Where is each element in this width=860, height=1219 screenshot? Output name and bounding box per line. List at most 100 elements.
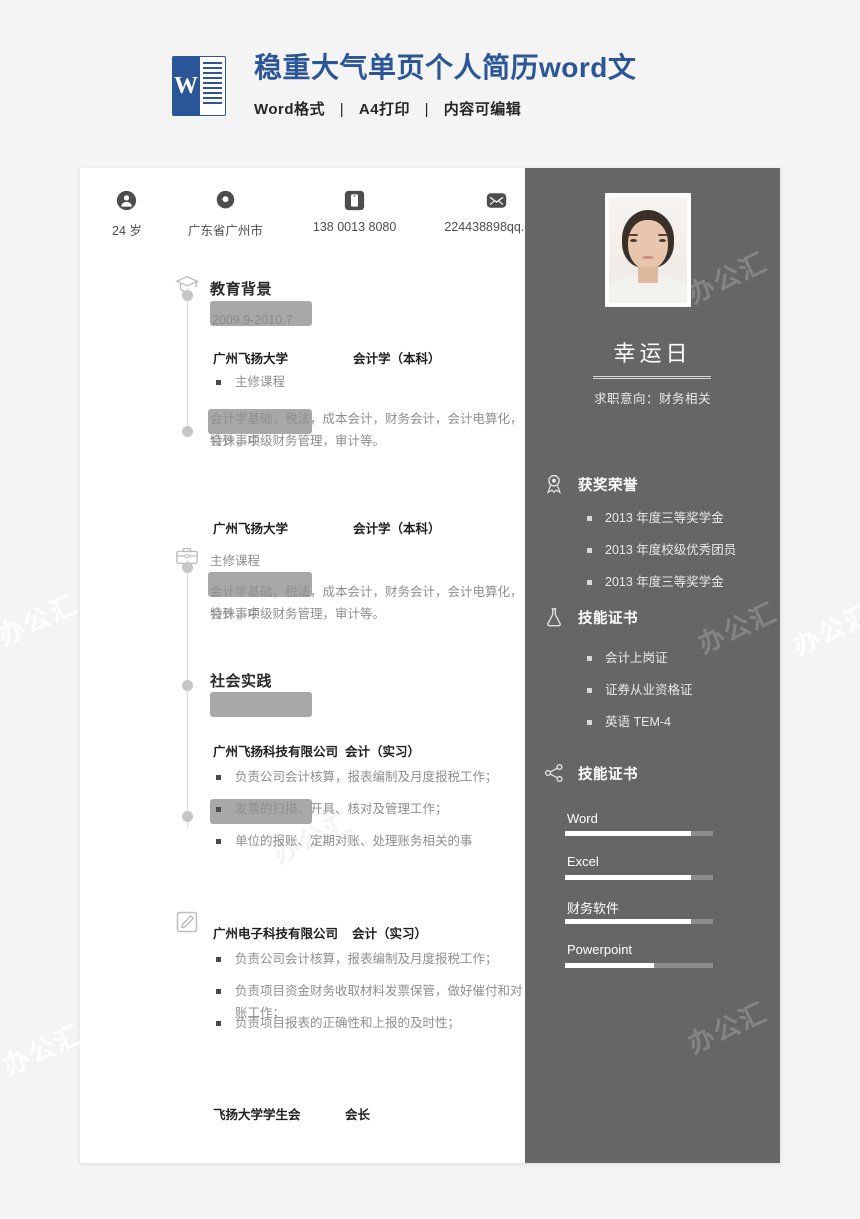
bullet-cert-3 — [587, 720, 592, 725]
person-icon — [116, 190, 137, 211]
subtitle-print: A4打印 — [358, 101, 410, 118]
bullet-award-2 — [587, 548, 592, 553]
skill-fill-finance-software — [565, 919, 691, 924]
page-title: 稳重大气单页个人简历word文 — [254, 52, 637, 83]
page-header: W 稳重大气单页个人简历word文 Word格式 | A4打印 | 内容可编辑 — [0, 0, 860, 140]
name-divider — [593, 376, 711, 379]
contact-row: 24 岁 广东省广州市 138 0013 8080 224438898qq.co… — [80, 168, 548, 239]
watermark: 办公汇 — [683, 996, 773, 1060]
practice-date-redaction — [210, 692, 312, 717]
subtitle-editable: 内容可编辑 — [443, 101, 522, 118]
timeline-line-1 — [186, 288, 188, 436]
section-title-education: 教育背景 — [210, 281, 273, 298]
sidebar-title-certificates: 技能证书 — [578, 611, 638, 627]
certificate-item-3: 英语 TEM-4 — [605, 715, 671, 729]
timeline-line-2 — [186, 560, 188, 828]
bullet-award-3 — [587, 580, 592, 585]
bullet-cert-1 — [587, 656, 592, 661]
contact-item-phone: 138 0013 8080 — [313, 190, 396, 239]
contact-item-age: 24 岁 — [112, 190, 142, 239]
practice-role-2: 会计（实习） — [352, 927, 428, 941]
flask-icon — [543, 606, 565, 628]
bullet-practice-2-3 — [216, 1021, 221, 1026]
candidate-name: 幸运日 — [613, 341, 692, 366]
timeline-dot-2 — [182, 426, 193, 437]
contact-item-city: 广东省广州市 — [188, 190, 263, 239]
practice-company-1: 广州飞扬科技有限公司 — [213, 745, 339, 759]
phone-icon — [344, 190, 365, 211]
education-school-1: 广州飞扬大学 — [213, 352, 289, 366]
practice-company-2: 广州电子科技有限公司 — [213, 927, 339, 941]
practice-company-3: 飞扬大学学生会 — [213, 1108, 301, 1122]
practice-duty-2-1: 负责公司会计核算，报表编制及月度报税工作； — [235, 952, 498, 966]
timeline-dot-5 — [182, 811, 193, 822]
certificate-item-2: 证券从业资格证 — [605, 683, 693, 697]
skill-label-powerpoint: Powerpoint — [567, 942, 633, 957]
bullet-cert-2 — [587, 688, 592, 693]
skill-fill-word — [565, 831, 691, 836]
practice-duty-2-3: 负责项目报表的正确性和上报的及时性； — [235, 1016, 461, 1030]
watermark: 办公汇 — [0, 1018, 88, 1082]
education-date-text: 2009.9-2010.7 — [212, 313, 293, 327]
resume-right-column: 幸运日 求职意向：财务相关 获奖荣誉 2013 年度三等奖学金 2013 年度校… — [525, 168, 780, 1163]
watermark: 办公汇 — [0, 588, 83, 652]
bullet-practice-1-2 — [216, 807, 221, 812]
bullet-practice-1-1 — [216, 775, 221, 780]
education-major-1: 会计学（本科） — [353, 352, 441, 366]
bullet-practice-1-3 — [216, 839, 221, 844]
timeline-dot-4 — [182, 680, 193, 691]
bullet-award-1 — [587, 516, 592, 521]
timeline-dot-3 — [182, 562, 193, 573]
header-text-group: 稳重大气单页个人简历word文 Word格式 | A4打印 | 内容可编辑 — [254, 50, 636, 119]
certificate-item-1: 会计上岗证 — [605, 651, 668, 665]
award-icon — [543, 473, 565, 495]
location-icon — [215, 190, 236, 211]
skill-track-excel — [565, 875, 713, 880]
skill-label-finance-software: 财务软件 — [567, 901, 620, 916]
education-major-2: 会计学（本科） — [353, 522, 441, 536]
practice-role-1: 会计（实习） — [345, 745, 421, 759]
resume-left-column: 24 岁 广东省广州市 138 0013 8080 224438898qq.co… — [80, 168, 548, 1163]
profile-photo — [605, 193, 691, 307]
education-school-2: 广州飞扬大学 — [213, 522, 289, 536]
subtitle-format: Word格式 — [254, 101, 326, 118]
skill-label-word: Word — [567, 811, 598, 826]
skill-fill-powerpoint — [565, 963, 654, 968]
contact-value-phone: 138 0013 8080 — [312, 220, 397, 234]
practice-duty-1-3: 单位的报账、定期对账、处理账务相关的事 — [235, 834, 473, 848]
subtitle-separator-2: | — [424, 101, 430, 118]
award-item-3: 2013 年度三等奖学金 — [605, 575, 724, 589]
practice-duty-1-1: 负责公司会计核算，报表编制及月度报税工作； — [235, 770, 498, 784]
skill-track-powerpoint — [565, 963, 713, 968]
word-logo-letter: W — [174, 72, 198, 99]
bullet-practice-2-1 — [216, 957, 221, 962]
timeline-dot-1 — [182, 290, 193, 301]
sidebar-title-skills: 技能证书 — [578, 767, 638, 783]
sidebar-title-awards: 获奖荣誉 — [578, 478, 638, 494]
watermark: 办公汇 — [693, 596, 780, 660]
award-item-1: 2013 年度三等奖学金 — [605, 511, 724, 525]
skill-label-excel: Excel — [567, 854, 599, 869]
resume-page: 24 岁 广东省广州市 138 0013 8080 224438898qq.co… — [80, 168, 780, 1163]
skill-fill-excel — [565, 875, 691, 880]
contact-value-age: 24 岁 — [112, 224, 142, 238]
bullet-practice-2-2 — [216, 989, 221, 994]
award-item-2: 2013 年度校级优秀团员 — [605, 543, 737, 557]
word-document-icon: W — [172, 56, 226, 116]
job-objective: 求职意向：财务相关 — [593, 392, 711, 406]
bullet-edu-1 — [216, 380, 221, 385]
pencil-icon — [175, 910, 199, 934]
education-subhead-2: 主修课程 — [210, 554, 261, 568]
education-courses-1-line2: 会计，中级财务管理，审计等。 — [210, 434, 386, 448]
watermark: 办公汇 — [788, 598, 860, 662]
practice-role-3: 会长 — [345, 1108, 371, 1122]
share-icon — [543, 762, 565, 784]
section-title-practice: 社会实践 — [210, 673, 273, 690]
education-subhead-1: 主修课程 — [235, 375, 286, 389]
contact-value-city: 广东省广州市 — [187, 224, 263, 238]
watermark: 办公汇 — [683, 246, 773, 310]
practice-duty-1-2: 发票的扫描、开具、核对及管理工作； — [235, 802, 448, 816]
skill-track-finance-software — [565, 919, 713, 924]
email-icon — [486, 190, 507, 211]
education-courses-2-line2: 会计，中级财务管理，审计等。 — [210, 607, 386, 621]
